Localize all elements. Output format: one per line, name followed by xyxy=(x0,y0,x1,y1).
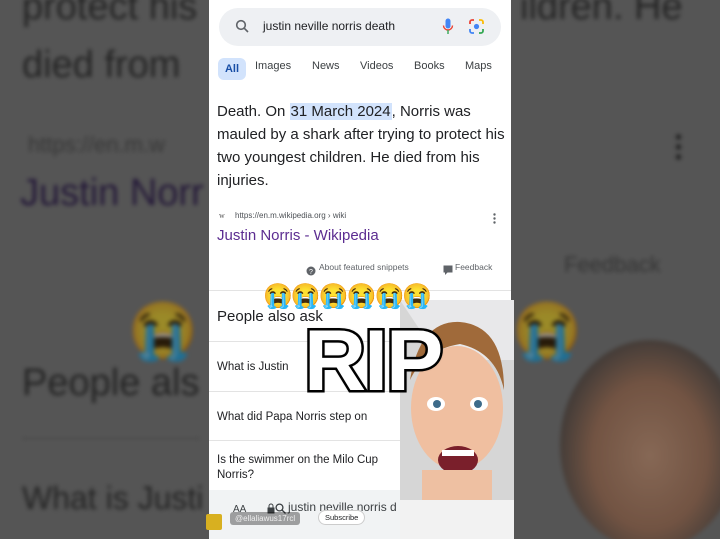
tab-news[interactable]: News xyxy=(312,60,340,72)
paa-question[interactable]: Is the swimmer on the Milo Cup xyxy=(217,453,378,468)
channel-handle: @ellaliawus17rcl xyxy=(230,512,301,525)
source-title-link[interactable]: Justin Norris - Wikipedia xyxy=(217,227,379,244)
tab-videos[interactable]: Videos xyxy=(360,60,393,72)
microphone-icon[interactable] xyxy=(442,18,454,40)
lens-camera-icon[interactable] xyxy=(468,18,485,40)
tab-books[interactable]: Books xyxy=(414,60,445,72)
wikipedia-favicon-icon: w xyxy=(219,211,225,220)
paa-question[interactable]: What did Papa Norris step on xyxy=(217,410,367,425)
tab-all[interactable]: All xyxy=(218,58,246,80)
search-query[interactable]: justin neville norris death xyxy=(263,19,395,33)
snippet-text-start: Death. On xyxy=(217,103,290,120)
feedback-link[interactable]: Feedback xyxy=(455,262,492,272)
paa-question[interactable]: What is Justin xyxy=(217,360,289,375)
crying-emoji-row: 😭😭😭😭😭😭 xyxy=(263,283,432,310)
featured-snippet: Death. On 31 March 2024, Norris was maul… xyxy=(217,100,505,192)
channel-avatar xyxy=(206,514,222,530)
tab-images[interactable]: Images xyxy=(255,60,291,72)
tab-maps[interactable]: Maps xyxy=(465,60,492,72)
rip-caption: RIP xyxy=(301,313,445,409)
feedback-icon xyxy=(443,262,453,280)
help-icon: ? xyxy=(306,263,316,281)
source-url[interactable]: https://en.m.wikipedia.org › wiki xyxy=(235,211,346,220)
snippet-highlighted-date: 31 March 2024 xyxy=(289,103,392,120)
subscribe-button[interactable]: Subscribe xyxy=(318,510,366,525)
more-vert-icon[interactable] xyxy=(493,211,496,229)
search-bar[interactable]: justin neville norris death xyxy=(219,8,501,46)
about-featured-snippets-link[interactable]: About featured snippets xyxy=(319,262,409,272)
paa-question-cont: Norris? xyxy=(217,469,255,481)
svg-text:?: ? xyxy=(309,269,313,276)
search-tabs: All Images News Videos Books Maps xyxy=(215,58,511,82)
search-icon xyxy=(235,19,249,38)
